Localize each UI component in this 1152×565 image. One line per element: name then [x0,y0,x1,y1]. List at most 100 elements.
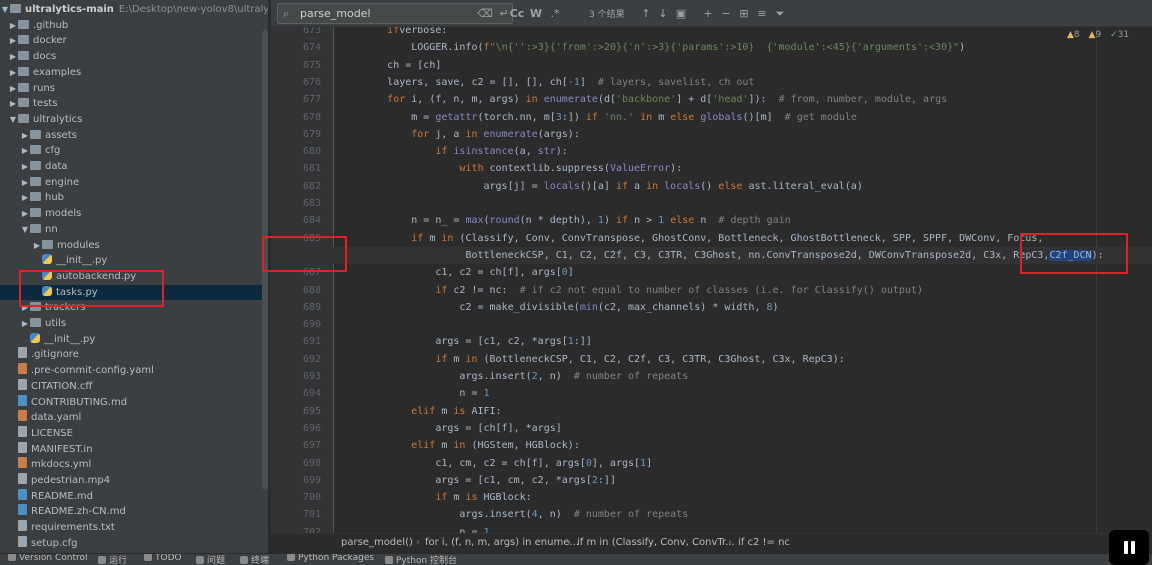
tree-file-item[interactable]: setup.cfg [0,535,268,552]
tree-folder-item[interactable]: ▶ models [0,206,268,222]
code-line[interactable]: ch = [ch] [271,57,1152,74]
filter-icon[interactable]: ⏷ [773,5,787,22]
code-line[interactable]: for i, (f, n, m, args) in enumerate(d['b… [271,91,1152,108]
tree-folder-item[interactable]: ▶ cfg [0,143,268,159]
chevron-right-icon[interactable]: ▶ [20,206,30,222]
code-line[interactable]: for j, a in enumerate(args): [271,126,1152,143]
chevron-right-icon[interactable]: ▶ [20,143,30,159]
tree-folder-item[interactable]: ▶ hub [0,190,268,206]
tree-file-item[interactable]: .pre-commit-config.yaml [0,363,268,379]
chevron-right-icon[interactable]: ▶ [20,128,30,144]
code-line[interactable] [271,316,1152,333]
code-line[interactable]: args = [ch[f], *args] [271,420,1152,437]
tree-file-item[interactable]: MANIFEST.in [0,441,268,458]
tree-folder-item[interactable]: ▶ modules [0,238,268,254]
code-line[interactable]: layers, save, c2 = [], [], ch[-1] # laye… [271,74,1152,91]
chevron-down-icon[interactable]: ▼ [0,2,10,18]
chevron-right-icon[interactable]: ▶ [8,33,18,49]
code-line[interactable]: elif m is AIFI: [271,403,1152,420]
select-occurrences-icon[interactable]: ⊞ [737,5,751,22]
code-line[interactable]: args = [c1, c2, *args[1:]] [271,333,1152,350]
chevron-right-icon[interactable]: ▶ [32,238,42,254]
chevron-right-icon[interactable]: ▶ [8,49,18,65]
tree-file-item[interactable]: data.yaml [0,410,268,426]
chevron-right-icon[interactable]: ▶ [20,175,30,191]
tree-folder-item[interactable]: ▼ ultralytics [0,112,268,128]
tree-file-item[interactable]: mkdocs.yml [0,457,268,473]
tool-terminal[interactable]: 终端 [240,554,269,565]
chevron-right-icon[interactable]: ▶ [8,81,18,97]
tree-folder-item[interactable]: ▶ assets [0,128,268,144]
tool-version-control[interactable]: Version Control [8,554,88,563]
chevron-right-icon[interactable]: ▶ [20,159,30,175]
tree-folder-item[interactable]: ▶ runs [0,81,268,97]
chevron-right-icon[interactable]: ▶ [8,65,18,81]
code-line[interactable]: args[j] = locals()[a] if a in locals() e… [271,178,1152,195]
words-button[interactable]: W [529,5,543,22]
tree-file-item[interactable]: LICENSE [0,425,268,442]
tree-file-item[interactable]: CITATION.cff [0,378,268,395]
chevron-right-icon[interactable]: ▶ [8,96,18,112]
code-line[interactable]: args = [c1, cm, c2, *args[2:]] [271,472,1152,489]
breadcrumb-item[interactable]: if m in (Classify, Conv, ConvTr... [577,537,735,548]
code-line[interactable]: args.insert(4, n) # number of repeats [271,506,1152,523]
tree-file-item[interactable]: __init__.py [0,332,268,348]
tree-file-item[interactable]: CONTRIBUTING.md [0,394,268,411]
tree-folder-item[interactable]: ▶ docker [0,33,268,49]
code-line[interactable]: m = getattr(torch.nn, m[3:]) if 'nn.' in… [271,109,1152,126]
breadcrumb-item[interactable]: for i, (f, n, m, args) in enume... [425,537,579,548]
code-line[interactable]: if c2 != nc: # if c2 not equal to number… [271,282,1152,299]
tree-file-item[interactable]: README.md [0,488,268,505]
breadcrumb-item[interactable]: parse_model() [341,537,413,548]
chevron-right-icon[interactable]: ▶ [8,18,18,34]
tree-file-item[interactable]: pedestrian.mp4 [0,473,268,489]
code-line[interactable] [271,195,1152,212]
tree-folder-item[interactable]: ▶ data [0,159,268,175]
code-line[interactable]: args.insert(2, n) # number of repeats [271,368,1152,385]
tree-folder-item[interactable]: ▶ .github [0,18,268,34]
tool-todo[interactable]: TODO [144,554,182,563]
tree-root-item[interactable]: ▼ ultralytics-main E:\Desktop\new-yolov8\u… [0,2,268,18]
tree-folder-item[interactable]: ▼ nn [0,222,268,238]
code-line[interactable]: c1, cm, c2 = ch[f], args[0], args[1] [271,455,1152,472]
arrow-up-icon[interactable]: ↑ [639,5,653,22]
code-line[interactable]: LOGGER.info(f"\n{'':>3}{'from':>20}{'n':… [271,39,1152,56]
code-line[interactable]: elif m in (HGStem, HGBlock): [271,437,1152,454]
inspection-widget[interactable]: ▲8 ▲9 ✓31 [1067,30,1129,40]
chevron-down-icon[interactable]: ▼ [20,222,30,238]
regex-button[interactable]: .* [547,5,563,22]
pause-button[interactable] [1109,530,1149,565]
tool-problems[interactable]: 问题 [196,554,225,565]
tree-folder-item[interactable]: ▶ engine [0,175,268,191]
tree-file-item[interactable]: requirements.txt [0,520,268,536]
tool-python-console[interactable]: Python 控制台 [385,554,457,565]
match-case-button[interactable]: Cc [509,5,525,22]
code-line[interactable]: with contextlib.suppress(ValueError): [271,160,1152,177]
tree-file-item[interactable]: .gitignore [0,347,268,363]
chevron-right-icon[interactable]: ▶ [20,316,30,332]
tree-file-item[interactable]: README.zh-CN.md [0,504,268,520]
remove-occurrence-icon[interactable]: − [719,5,733,22]
in-selection-icon[interactable]: ≡ [755,5,769,22]
arrow-down-icon[interactable]: ↓ [656,5,670,22]
tree-folder-item[interactable]: ▶ utils [0,316,268,332]
code-area[interactable]: ifverbose: LOGGER.info(f"\n{'':>3}{'from… [271,20,1152,538]
code-line[interactable]: n = n_ = max(round(n * depth), 1) if n >… [271,212,1152,229]
tree-folder-item[interactable]: ▶ examples [0,65,268,81]
code-line[interactable]: if m in (BottleneckCSP, C1, C2, C2f, C3,… [271,351,1152,368]
breadcrumb-item[interactable]: if c2 != nc [738,537,790,548]
chevron-right-icon[interactable]: ▶ [20,190,30,206]
tool-python-packages[interactable]: Python Packages [287,554,374,563]
add-occurrence-icon[interactable]: + [701,5,715,22]
select-all-icon[interactable]: ▣ [674,5,688,22]
clear-search-icon[interactable]: ⌫ [477,5,493,22]
code-line[interactable]: if m is HGBlock: [271,489,1152,506]
tool-run[interactable]: 运行 [98,554,127,565]
tree-folder-item[interactable]: ▶ tests [0,96,268,112]
tree-file-item[interactable]: __init__.py [0,253,268,269]
chevron-down-icon[interactable]: ▼ [8,112,18,128]
code-line[interactable]: c2 = make_divisible(min(c2, max_channels… [271,299,1152,316]
code-line[interactable]: n = 1 [271,385,1152,402]
tree-folder-item[interactable]: ▶ docs [0,49,268,65]
code-line[interactable]: if isinstance(a, str): [271,143,1152,160]
